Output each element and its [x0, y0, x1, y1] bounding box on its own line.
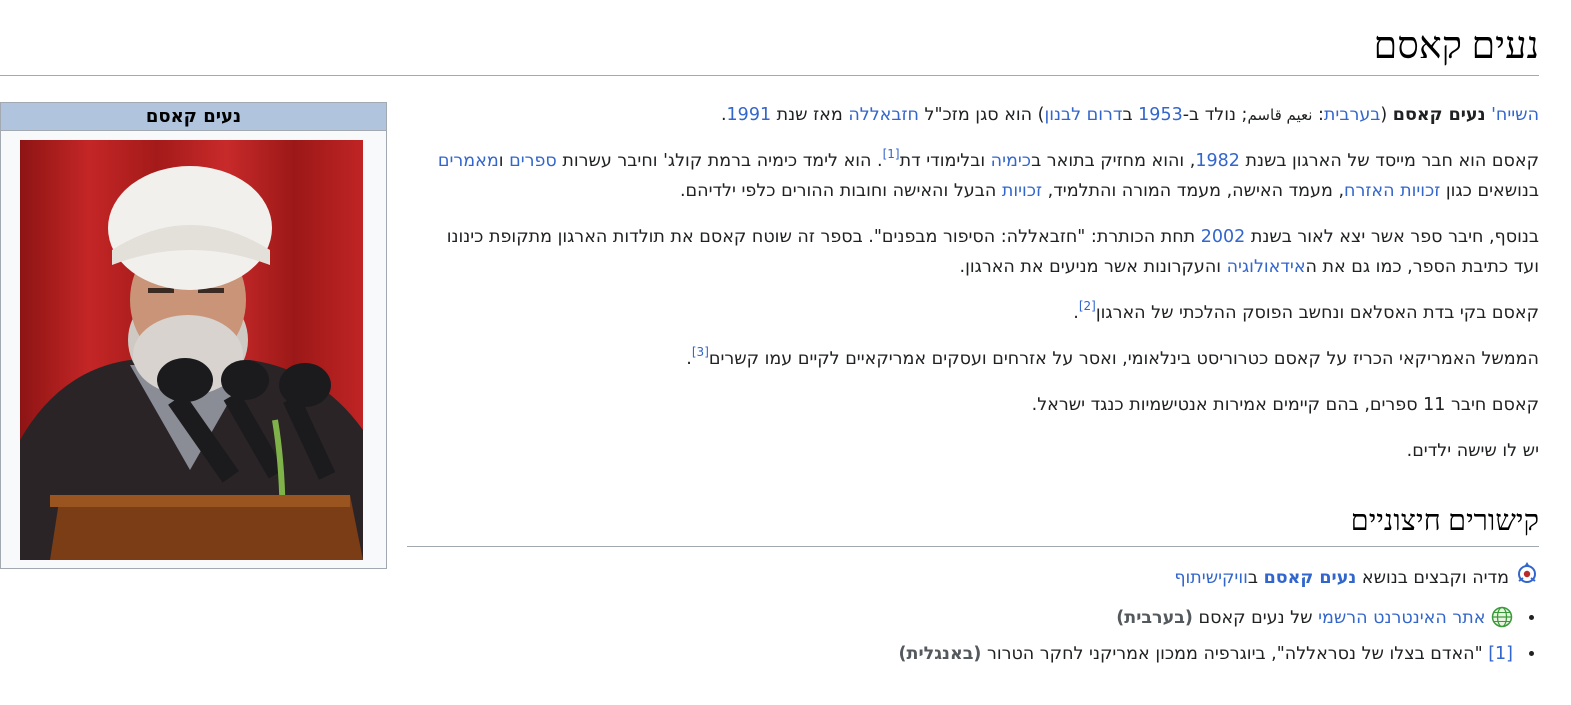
section-divider	[407, 546, 1539, 547]
year-2002-link[interactable]: 2002	[1201, 227, 1246, 247]
commons-text: מדיה וקבצים בנושא נעים קאסם בוויקישיתוף	[1174, 564, 1509, 592]
text: והעקרונות אשר מניעים את הארגון.	[959, 257, 1227, 277]
text: הממשל האמריקאי הכריז על קאסם כטרוריסט בי…	[708, 349, 1539, 369]
text: . הוא לימד כימיה ברמת קולג' וחיבר עשרות	[556, 151, 883, 171]
intro-paragraph-4: קאסם בקי בדת האסלאם ונחשב הפוסק ההלכתי ש…	[429, 298, 1539, 328]
article-page: נעים קאסם נעים קאסם השייח' נעים קאסם (בע…	[0, 0, 1571, 705]
articles-link[interactable]: מאמרים	[438, 151, 499, 171]
text: (	[1380, 105, 1393, 125]
language-indicator: (בערבית)	[1116, 608, 1193, 628]
arabic-language-link[interactable]: בערבית	[1324, 105, 1380, 125]
rights-link[interactable]: זכויות	[1002, 181, 1042, 201]
reference-1-link[interactable]: [1]	[883, 147, 900, 161]
external-ref-link[interactable]: [1]	[1488, 644, 1513, 664]
text: בנושאים כגון	[1440, 181, 1539, 201]
text: ) הוא סגן מזכ"ל	[918, 105, 1045, 125]
intro-paragraph-7: יש לו שישה ילדים.	[1406, 441, 1539, 461]
text: של נעים קאסם	[1192, 608, 1319, 628]
year-1991-link[interactable]: 1991	[727, 105, 772, 125]
text: מאז שנת	[771, 105, 849, 125]
reference-3-link[interactable]: [3]	[692, 345, 709, 359]
text: ב	[1122, 105, 1139, 125]
text: מדיה וקבצים בנושא	[1356, 567, 1509, 588]
article-body: השייח' נעים קאסם (בערבית: نعيم قاسم; נול…	[429, 100, 1539, 482]
language-indicator: (באנגלית)	[898, 644, 982, 664]
globe-icon	[1485, 606, 1513, 628]
official-website-link[interactable]: אתר האינטרנט הרשמי	[1318, 608, 1485, 628]
text: קאסם בקי בדת האסלאם ונחשב הפוסק ההלכתי ש…	[1095, 303, 1539, 323]
subject-name: נעים קאסם	[1392, 105, 1486, 125]
infobox: נעים קאסם	[0, 102, 387, 569]
birth-year-link[interactable]: 1953	[1138, 105, 1183, 125]
chemistry-link[interactable]: כימיה	[991, 151, 1031, 171]
text: , והוא מחזיק בתואר ב	[1031, 151, 1196, 171]
text: בנוסף, חיבר ספר אשר יצא לאור בשנת	[1245, 227, 1539, 247]
infobox-header: נעים קאסם	[1, 103, 386, 131]
intro-paragraph-1: השייח' נעים קאסם (בערבית: نعيم قاسم; נול…	[429, 100, 1539, 130]
intro-paragraph-2: קאסם הוא חבר מייסד של הארגון בשנת 1982, …	[429, 146, 1539, 206]
arabic-name: نعيم قاسم	[1247, 106, 1313, 124]
ideology-link[interactable]: אידאולוגיה	[1227, 257, 1306, 277]
intro-paragraph-5: הממשל האמריקאי הכריז על קאסם כטרוריסט בי…	[429, 344, 1539, 374]
intro-paragraph-3: בנוסף, חיבר ספר אשר יצא לאור בשנת 2002 ת…	[429, 222, 1539, 282]
list-item: אתר האינטרנט הרשמי של נעים קאסם (בערבית)	[899, 600, 1517, 636]
year-1982-link[interactable]: 1982	[1195, 151, 1240, 171]
page-title: נעים קאסם	[1373, 25, 1539, 67]
sheikh-link[interactable]: השייח'	[1491, 105, 1539, 125]
books-link[interactable]: ספרים	[509, 151, 557, 171]
external-links-list: אתר האינטרנט הרשמי של נעים קאסם (בערבית)…	[899, 600, 1539, 672]
wikimedia-commons-icon	[1515, 561, 1539, 594]
text: הבעל והאישה וחובות ההורים כלפי ילדיהם.	[679, 181, 1002, 201]
text: ב	[1247, 567, 1264, 588]
text: קאסם הוא חבר מייסד של הארגון בשנת	[1239, 151, 1539, 171]
text: ; נולד ב-	[1182, 105, 1248, 125]
text: :	[1312, 105, 1324, 125]
south-lebanon-link[interactable]: דרום לבנון	[1045, 105, 1123, 125]
commons-subject-link[interactable]: נעים קאסם	[1264, 568, 1357, 588]
reference-2-link[interactable]: [2]	[1079, 299, 1096, 313]
wikimedia-commons-link[interactable]: וויקישיתוף	[1174, 568, 1248, 588]
hezbollah-link[interactable]: חזבאללה	[848, 105, 919, 125]
civil-rights-link[interactable]: זכויות האזרח	[1344, 181, 1440, 201]
intro-paragraph-6: קאסם חיבר 11 ספרים, בהם קיימים אמירות אנ…	[1031, 395, 1539, 415]
list-item: [1] "האדם בצלו של נסראללה", ביוגרפיה ממכ…	[899, 636, 1517, 672]
external-links-heading: קישורים חיצוניים	[1350, 505, 1539, 537]
portrait-image[interactable]	[20, 140, 363, 560]
text: , מעמד האישה, מעמד המורה והתלמיד,	[1042, 181, 1345, 201]
text: ובלימודי דת	[899, 151, 991, 171]
title-divider	[0, 75, 1539, 76]
text: ו	[498, 151, 510, 171]
text: "האדם בצלו של נסראללה", ביוגרפיה ממכון א…	[981, 644, 1489, 664]
commons-line: מדיה וקבצים בנושא נעים קאסם בוויקישיתוף	[1174, 561, 1539, 594]
